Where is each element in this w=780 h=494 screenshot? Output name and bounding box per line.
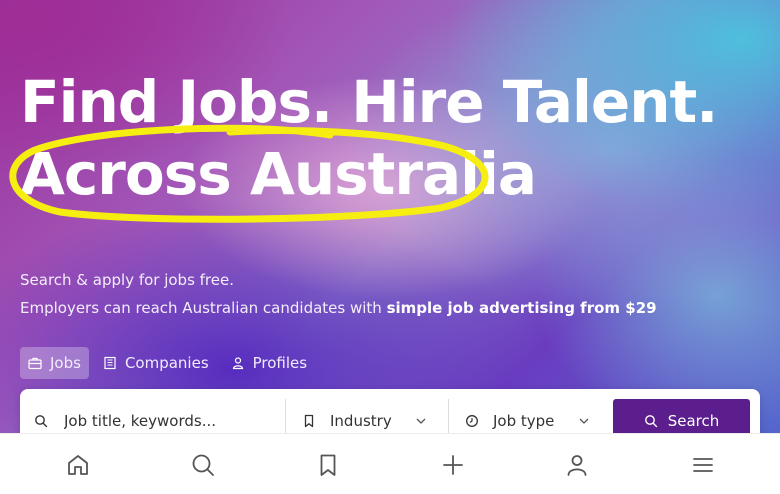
briefcase-icon bbox=[28, 357, 42, 370]
bookmark-icon bbox=[304, 414, 314, 428]
chevron-down-icon bbox=[416, 418, 426, 424]
keywords-input[interactable] bbox=[62, 411, 276, 431]
nav-saved-button[interactable] bbox=[315, 452, 341, 478]
subtitle-line-1: Search & apply for jobs free. bbox=[20, 271, 234, 289]
chevron-down-icon bbox=[579, 418, 589, 424]
job-advertising-link[interactable]: simple job advertising from $29 bbox=[387, 299, 657, 317]
clock-icon bbox=[466, 415, 478, 427]
search-icon bbox=[192, 454, 214, 476]
headline-line-2: Across Australia bbox=[20, 140, 537, 208]
tab-profiles-label: Profiles bbox=[252, 354, 308, 372]
tab-companies-label: Companies bbox=[124, 354, 209, 372]
nav-post-button[interactable] bbox=[440, 452, 466, 478]
tab-jobs-label: Jobs bbox=[50, 354, 81, 372]
search-icon bbox=[35, 415, 48, 428]
nav-home-button[interactable] bbox=[65, 452, 91, 478]
search-tabs: Jobs Companies Profiles bbox=[20, 347, 315, 379]
subtitle-line-2: Employers can reach Australian candidate… bbox=[20, 299, 657, 317]
bookmark-icon bbox=[320, 454, 336, 476]
bottom-navigation bbox=[0, 433, 780, 494]
industry-label: Industry bbox=[330, 412, 392, 430]
menu-icon bbox=[693, 458, 713, 472]
building-icon bbox=[104, 356, 116, 370]
home-icon bbox=[68, 455, 88, 475]
plus-icon bbox=[443, 455, 463, 475]
nav-search-button[interactable] bbox=[190, 452, 216, 478]
person-icon bbox=[232, 357, 243, 370]
subtitle-line-2-text: Employers can reach Australian candidate… bbox=[20, 299, 387, 317]
hero-banner: Find Jobs. Hire Talent. Across Australia… bbox=[0, 0, 780, 493]
tab-jobs[interactable]: Jobs bbox=[20, 347, 89, 379]
search-icon bbox=[644, 415, 657, 428]
job-type-label: Job type bbox=[493, 412, 555, 430]
search-button-label: Search bbox=[667, 412, 720, 430]
tab-companies[interactable]: Companies bbox=[95, 347, 217, 379]
profile-icon bbox=[567, 455, 587, 476]
nav-menu-button[interactable] bbox=[690, 452, 716, 478]
tab-profiles[interactable]: Profiles bbox=[223, 347, 315, 379]
headline-line-1: Find Jobs. Hire Talent. bbox=[20, 68, 718, 136]
nav-account-button[interactable] bbox=[564, 452, 590, 478]
